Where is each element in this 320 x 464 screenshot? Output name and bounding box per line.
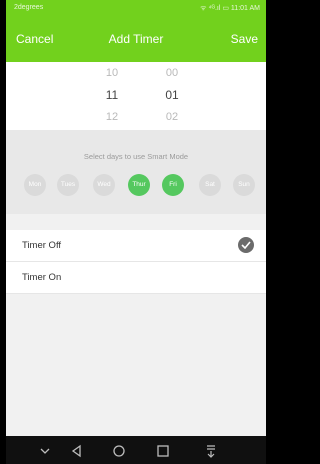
screen: 2degrees ᯤ ⁴ᴳ.ıl ▭ 11:01 AM Cancel Add T… bbox=[6, 0, 266, 464]
minute-option[interactable]: 02 bbox=[152, 106, 192, 128]
app-bar: Cancel Add Timer Save bbox=[6, 16, 266, 62]
back-icon[interactable] bbox=[68, 442, 86, 460]
day-fri-button[interactable]: Fri bbox=[162, 174, 184, 196]
home-icon[interactable] bbox=[110, 442, 128, 460]
navigation-bar bbox=[6, 436, 266, 464]
day-selector: Select days to use Smart Mode Mon Tues W… bbox=[6, 130, 266, 214]
save-button[interactable]: Save bbox=[231, 32, 258, 46]
checkmark-icon bbox=[238, 237, 254, 253]
option-label: Timer Off bbox=[22, 240, 62, 251]
day-mon-button[interactable]: Mon bbox=[24, 174, 46, 196]
minute-wheel[interactable]: 00 01 02 bbox=[152, 62, 192, 128]
day-thur-button[interactable]: Thur bbox=[128, 174, 150, 196]
hour-option[interactable]: 10 bbox=[92, 62, 132, 84]
timer-off-option[interactable]: Timer Off bbox=[6, 230, 266, 262]
option-label: Timer On bbox=[22, 272, 62, 283]
hour-option[interactable]: 12 bbox=[92, 106, 132, 128]
days-label: Select days to use Smart Mode bbox=[83, 152, 189, 161]
timer-option-list: Timer Off Timer On bbox=[6, 230, 266, 294]
recents-icon[interactable] bbox=[154, 442, 172, 460]
status-bar: 2degrees ᯤ ⁴ᴳ.ıl ▭ 11:01 AM bbox=[6, 0, 266, 16]
day-sat-button[interactable]: Sat bbox=[199, 174, 221, 196]
hour-option-selected[interactable]: 11 bbox=[92, 84, 132, 106]
day-sun-button[interactable]: Sun bbox=[233, 174, 255, 196]
status-indicators: ᯤ ⁴ᴳ.ıl ▭ 11:01 AM bbox=[200, 5, 260, 12]
carrier-label: 2degrees bbox=[14, 4, 44, 11]
minute-option[interactable]: 00 bbox=[152, 62, 192, 84]
timer-on-option[interactable]: Timer On bbox=[6, 262, 266, 294]
page-title: Add Timer bbox=[108, 32, 164, 46]
day-tues-button[interactable]: Tues bbox=[57, 174, 79, 196]
time-picker[interactable]: 10 11 12 00 01 02 bbox=[6, 62, 266, 130]
day-wed-button[interactable]: Wed bbox=[93, 174, 115, 196]
notification-pull-icon[interactable] bbox=[202, 442, 220, 460]
minute-option-selected[interactable]: 01 bbox=[152, 84, 192, 106]
hour-wheel[interactable]: 10 11 12 bbox=[92, 62, 132, 128]
chevron-down-icon[interactable] bbox=[36, 442, 54, 460]
